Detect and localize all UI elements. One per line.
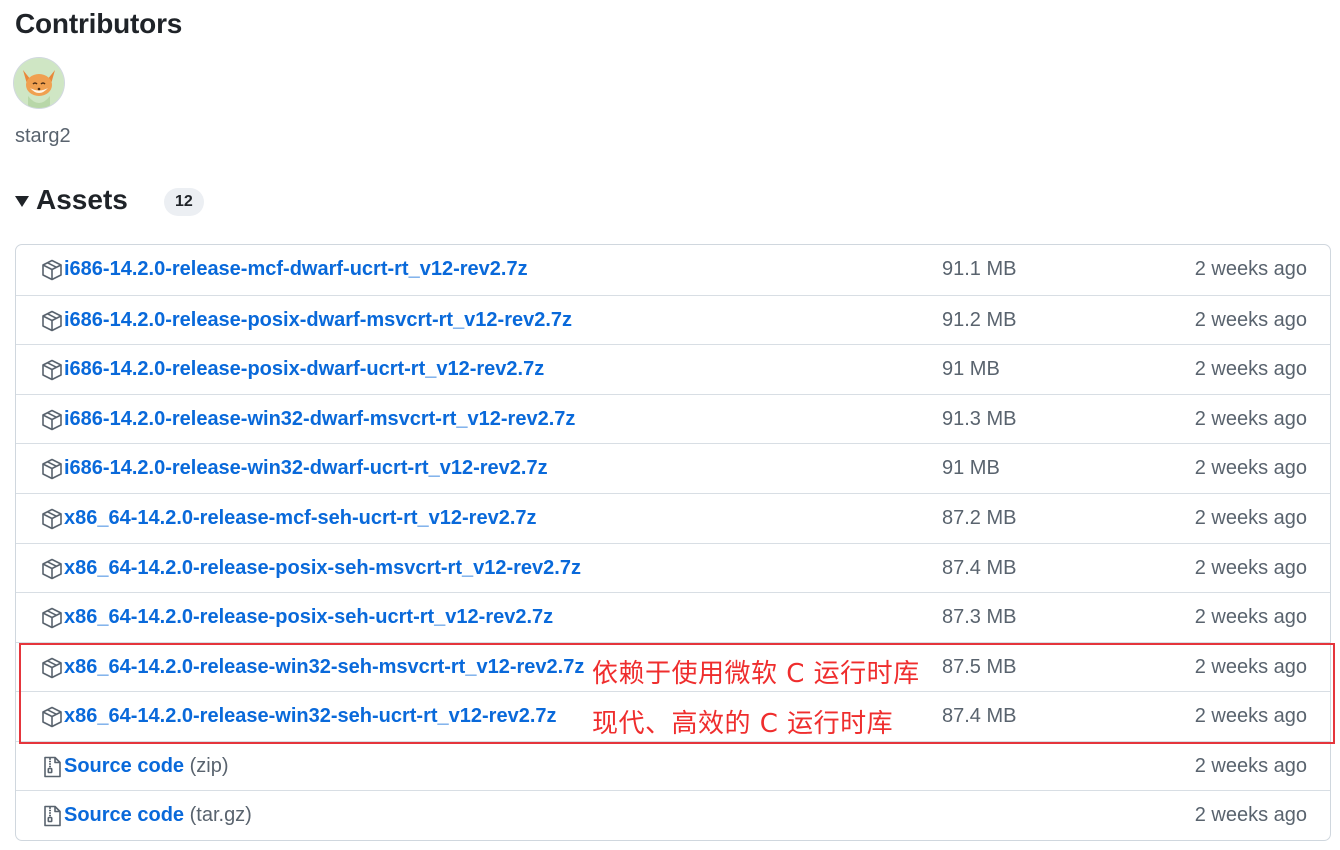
asset-download-link[interactable]: x86_64-14.2.0-release-posix-seh-ucrt-rt_… xyxy=(64,606,553,629)
package-icon xyxy=(40,258,64,282)
asset-size: 87.2 MB xyxy=(942,506,1017,529)
package-icon xyxy=(40,557,64,581)
asset-download-link[interactable]: i686-14.2.0-release-win32-dwarf-msvcrt-r… xyxy=(64,408,575,431)
asset-download-link[interactable]: Source code (tar.gz) xyxy=(64,804,252,827)
asset-download-link[interactable]: i686-14.2.0-release-mcf-dwarf-ucrt-rt_v1… xyxy=(64,258,528,281)
asset-name: Source code xyxy=(64,754,185,777)
asset-download-link[interactable]: Source code (zip) xyxy=(64,755,229,778)
asset-name: i686-14.2.0-release-mcf-dwarf-ucrt-rt_v1… xyxy=(64,258,528,280)
asset-name: x86_64-14.2.0-release-posix-seh-msvcrt-r… xyxy=(64,556,581,579)
package-icon xyxy=(40,408,64,432)
asset-row: Source code (tar.gz) 2 weeks ago xyxy=(16,790,1330,840)
asset-name: Source code xyxy=(64,804,185,827)
annotation-msvcrt: 依赖于使用微软 C 运行时库 xyxy=(592,659,920,689)
contributor-name[interactable]: starg2 xyxy=(15,125,71,148)
asset-name: x86_64-14.2.0-release-win32-seh-msvcrt-r… xyxy=(64,655,585,678)
file-zip-icon xyxy=(40,755,64,779)
asset-download-link[interactable]: i686-14.2.0-release-posix-dwarf-msvcrt-r… xyxy=(64,309,572,332)
caret-down-icon xyxy=(15,195,29,207)
asset-download-link[interactable]: i686-14.2.0-release-posix-dwarf-ucrt-rt_… xyxy=(64,358,544,381)
package-icon xyxy=(40,358,64,382)
asset-download-link[interactable]: x86_64-14.2.0-release-win32-seh-msvcrt-r… xyxy=(64,656,584,679)
asset-date: 2 weeks ago xyxy=(1194,457,1307,480)
asset-size: 91.2 MB xyxy=(942,308,1017,331)
annotation-ucrt: 现代、高效的 C 运行时库 xyxy=(592,709,894,739)
asset-name: x86_64-14.2.0-release-mcf-seh-ucrt-rt_v1… xyxy=(64,506,537,529)
package-icon xyxy=(40,606,64,630)
assets-heading: Assets xyxy=(36,184,128,215)
asset-download-link[interactable]: x86_64-14.2.0-release-mcf-seh-ucrt-rt_v1… xyxy=(64,507,537,530)
asset-list: i686-14.2.0-release-mcf-dwarf-ucrt-rt_v1… xyxy=(15,244,1331,841)
asset-date: 2 weeks ago xyxy=(1194,655,1307,678)
asset-size: 91.3 MB xyxy=(942,407,1017,430)
contributors-heading: Contributors xyxy=(15,8,183,39)
assets-toggle[interactable]: Assets 12 xyxy=(15,182,204,218)
asset-name: x86_64-14.2.0-release-posix-seh-ucrt-rt_… xyxy=(64,606,554,629)
asset-row: i686-14.2.0-release-mcf-dwarf-ucrt-rt_v1… xyxy=(16,245,1330,295)
asset-name: i686-14.2.0-release-win32-dwarf-ucrt-rt_… xyxy=(64,457,548,480)
asset-date: 2 weeks ago xyxy=(1194,407,1307,430)
asset-download-link[interactable]: i686-14.2.0-release-win32-dwarf-ucrt-rt_… xyxy=(64,457,548,480)
avatar[interactable] xyxy=(14,58,64,108)
asset-name: i686-14.2.0-release-posix-dwarf-ucrt-rt_… xyxy=(64,358,545,381)
asset-size: 91.1 MB xyxy=(942,258,1017,280)
package-icon xyxy=(40,507,64,531)
asset-size: 91 MB xyxy=(942,457,1000,480)
asset-download-link[interactable]: x86_64-14.2.0-release-win32-seh-ucrt-rt_… xyxy=(64,705,557,728)
asset-row: i686-14.2.0-release-win32-dwarf-msvcrt-r… xyxy=(16,393,1330,444)
asset-row: i686-14.2.0-release-posix-dwarf-msvcrt-r… xyxy=(16,294,1330,345)
asset-date: 2 weeks ago xyxy=(1194,358,1307,381)
asset-row: Source code (zip) 2 weeks ago xyxy=(16,740,1330,791)
asset-name: i686-14.2.0-release-posix-dwarf-msvcrt-r… xyxy=(64,308,573,331)
asset-name: i686-14.2.0-release-win32-dwarf-msvcrt-r… xyxy=(64,407,576,430)
asset-download-link[interactable]: x86_64-14.2.0-release-posix-seh-msvcrt-r… xyxy=(64,557,581,580)
asset-date: 2 weeks ago xyxy=(1194,258,1307,280)
asset-date: 2 weeks ago xyxy=(1194,606,1307,629)
asset-name: x86_64-14.2.0-release-win32-seh-ucrt-rt_… xyxy=(64,705,557,728)
asset-date: 2 weeks ago xyxy=(1194,308,1307,331)
asset-row: x86_64-14.2.0-release-mcf-seh-ucrt-rt_v1… xyxy=(16,492,1330,543)
file-zip-icon xyxy=(40,804,64,828)
asset-row: i686-14.2.0-release-posix-dwarf-ucrt-rt_… xyxy=(16,344,1330,394)
package-icon xyxy=(40,705,64,729)
asset-date: 2 weeks ago xyxy=(1194,804,1307,827)
asset-size: 91 MB xyxy=(942,358,1000,381)
asset-row: x86_64-14.2.0-release-posix-seh-ucrt-rt_… xyxy=(16,592,1330,642)
package-icon xyxy=(40,457,64,481)
asset-suffix: (tar.gz) xyxy=(189,804,252,827)
asset-size: 87.3 MB xyxy=(942,606,1017,629)
asset-size: 87.4 MB xyxy=(942,705,1017,728)
asset-date: 2 weeks ago xyxy=(1194,506,1307,529)
asset-date: 2 weeks ago xyxy=(1194,754,1307,777)
assets-count-badge: 12 xyxy=(163,188,204,216)
asset-row: i686-14.2.0-release-win32-dwarf-ucrt-rt_… xyxy=(16,443,1330,493)
asset-date: 2 weeks ago xyxy=(1194,705,1307,728)
asset-suffix: (zip) xyxy=(189,754,229,777)
package-icon xyxy=(40,656,64,680)
package-icon xyxy=(40,309,64,333)
asset-size: 87.5 MB xyxy=(942,655,1017,678)
asset-date: 2 weeks ago xyxy=(1194,556,1307,579)
asset-size: 87.4 MB xyxy=(942,556,1017,579)
asset-row: x86_64-14.2.0-release-posix-seh-msvcrt-r… xyxy=(16,542,1330,593)
